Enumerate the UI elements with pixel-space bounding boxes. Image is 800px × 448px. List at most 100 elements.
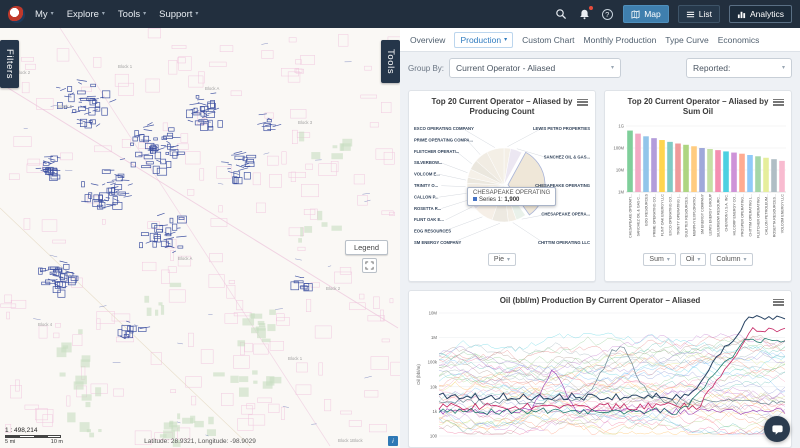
svg-text:FLETCHER OPERATI...: FLETCHER OPERATI...	[414, 149, 459, 154]
svg-text:SANCHEZ OIL & GAS...: SANCHEZ OIL & GAS...	[544, 155, 590, 160]
svg-text:PRIME OPERATING COMPA...: PRIME OPERATING COMPA...	[414, 138, 473, 143]
producing-count-chart-card: Top 20 Current Operator – Aliased by Pro…	[408, 90, 596, 282]
group-by-select[interactable]: Current Operator - Aliased ▾	[449, 58, 621, 78]
bell-icon[interactable]	[577, 7, 591, 21]
menu-support[interactable]: Support▾	[159, 9, 198, 20]
legend-button[interactable]: Legend	[345, 240, 388, 255]
chart-menu-icon[interactable]	[773, 297, 784, 307]
svg-text:10M: 10M	[616, 168, 625, 173]
chevron-down-icon: ▾	[143, 11, 146, 17]
svg-text:1k: 1k	[432, 408, 437, 413]
chevron-down-icon: ▾	[51, 11, 54, 17]
svg-text:CHESAPEAKE OPERATI...: CHESAPEAKE OPERATI...	[629, 194, 633, 238]
filters-tab[interactable]: Filters	[0, 40, 19, 88]
chat-icon	[771, 423, 784, 436]
bar-chart[interactable]: 1G100M10M1MCHESAPEAKE OPERATI...SANCHEZ …	[609, 118, 787, 252]
chart-title: Top 20 Current Operator – Aliased by Sum…	[607, 97, 789, 116]
svg-text:ROSETTA R...: ROSETTA R...	[414, 206, 441, 211]
svg-text:SILVERBOW RESOURC...: SILVERBOW RESOURC...	[717, 194, 721, 237]
list-view-button[interactable]: List	[678, 5, 720, 23]
chevron-down-icon: ▾	[697, 257, 700, 263]
search-icon[interactable]	[554, 7, 568, 21]
chart-title: Top 20 Current Operator – Aliased by Pro…	[411, 97, 593, 116]
svg-text:HILCORP ENERGY CO...: HILCORP ENERGY CO...	[733, 194, 737, 235]
main-menu: My▾ Explore▾ Tools▾ Support▾	[35, 9, 198, 20]
menu-tools[interactable]: Tools▾	[118, 9, 146, 20]
line-chart[interactable]: 10M1M100k10k1k100Oil (bbl/m)	[413, 308, 789, 440]
sum-oil-chart-card: Top 20 Current Operator – Aliased by Sum…	[604, 90, 792, 282]
zoom-extent-button[interactable]	[362, 258, 377, 273]
measure-value: Oil	[686, 256, 695, 263]
svg-text:SM ENERGY COMPANY: SM ENERGY COMPANY	[701, 194, 705, 235]
svg-text:Block A: Block A	[205, 86, 219, 91]
tab-monthly-production[interactable]: Monthly Production	[584, 35, 657, 45]
svg-text:Oil (bbl/m): Oil (bbl/m)	[416, 363, 421, 384]
chart-cards: Top 20 Current Operator – Aliased by Pro…	[400, 84, 800, 448]
map-icon	[631, 10, 640, 19]
svg-text:CHESAPEAKE OPERA...: CHESAPEAKE OPERA...	[541, 212, 590, 217]
chart-title: Oil (bbl/m) Production By Current Operat…	[413, 296, 787, 306]
analytics-view-button[interactable]: Analytics	[729, 5, 792, 23]
app-logo[interactable]	[8, 6, 25, 23]
svg-text:1G: 1G	[618, 124, 624, 129]
tab-overview[interactable]: Overview	[410, 35, 445, 45]
svg-text:EXCO OPERATING COMPANY: EXCO OPERATING COMPANY	[414, 126, 474, 131]
svg-text:EXCO OPERATING CO...: EXCO OPERATING CO...	[669, 194, 673, 235]
svg-text:10k: 10k	[430, 384, 438, 389]
svg-text:CALLON P...: CALLON P...	[414, 195, 438, 200]
help-icon[interactable]: ?	[600, 7, 614, 21]
menu-explore[interactable]: Explore▾	[67, 9, 105, 20]
chart-type-select[interactable]: Pie▾	[488, 253, 516, 266]
map-canvas[interactable]: Block 2Block 1Block 5Block ABlock 3Block…	[0, 28, 400, 448]
chevron-down-icon: ▾	[504, 37, 507, 43]
menu-my[interactable]: My▾	[35, 9, 54, 20]
tooltip-value: 1,900	[504, 197, 519, 203]
analytics-tabs: Overview Production▾ Custom Chart Monthl…	[400, 28, 800, 52]
svg-text:TRINITY O...: TRINITY O...	[414, 183, 438, 188]
list-view-label: List	[699, 9, 712, 19]
tools-tab[interactable]: Tools	[381, 40, 400, 83]
pie-chart[interactable]: EXCO OPERATING COMPANY PRIME OPERATING CO…	[413, 118, 591, 252]
scale-label-m: 10 m	[51, 439, 63, 445]
chat-bubble-button[interactable]	[764, 416, 790, 442]
svg-text:PROSPER OPERATING...: PROSPER OPERATING...	[741, 194, 745, 236]
svg-text:EOG RESOURCES: EOG RESOURCES	[414, 229, 451, 234]
chart-style-value: Column	[716, 256, 740, 263]
aggregate-select[interactable]: Sum▾	[643, 253, 675, 266]
map-info-button[interactable]: i	[388, 436, 398, 446]
map-coordinates: Latitude: 28.9321, Longitude: -98.9029	[144, 438, 256, 445]
svg-text:100M: 100M	[614, 146, 625, 151]
svg-text:ROSETTA RESOURCES...: ROSETTA RESOURCES...	[773, 194, 777, 237]
analytics-panel: Overview Production▾ Custom Chart Monthl…	[400, 28, 800, 448]
svg-text:1M: 1M	[618, 190, 624, 195]
map-view-button[interactable]: Map	[623, 5, 669, 23]
svg-text:Block 1: Block 1	[288, 356, 303, 361]
map-panel: Block 2Block 1Block 5Block ABlock 3Block…	[0, 28, 400, 448]
svg-text:LEWIS ENERGY GROUP: LEWIS ENERGY GROUP	[709, 194, 713, 236]
tooltip-series-label: Series 1:	[479, 197, 503, 203]
svg-text:GULFTEX RESOURCES...: GULFTEX RESOURCES...	[685, 194, 689, 237]
svg-text:FLETCHER OPERATING...: FLETCHER OPERATING...	[757, 194, 761, 238]
svg-text:100: 100	[430, 433, 438, 438]
tab-production[interactable]: Production▾	[454, 32, 513, 48]
chart-menu-icon[interactable]	[577, 97, 588, 107]
tab-custom-chart[interactable]: Custom Chart	[522, 35, 574, 45]
svg-text:CHITTIM OPERATING L...: CHITTIM OPERATING L...	[749, 194, 753, 236]
svg-text:VOLCOM E...: VOLCOM E...	[414, 172, 440, 177]
chevron-down-icon: ▾	[744, 257, 747, 263]
chart-tooltip: CHESAPEAKE OPERATING Series 1: 1,900	[467, 187, 556, 206]
chart-menu-icon[interactable]	[773, 97, 784, 107]
measure-select[interactable]: Oil▾	[680, 253, 707, 266]
chart-style-select[interactable]: Column ▾	[710, 253, 752, 266]
reported-select[interactable]: Reported: ▾	[686, 58, 792, 78]
svg-text:MURPHY EXPLORATIO...: MURPHY EXPLORATIO...	[693, 194, 697, 236]
chevron-down-icon: ▾	[507, 257, 510, 263]
tooltip-series-name: CHESAPEAKE OPERATING	[473, 190, 550, 196]
tab-type-curve[interactable]: Type Curve	[665, 35, 708, 45]
chevron-down-icon: ▾	[782, 65, 785, 71]
tab-production-label: Production	[460, 35, 501, 45]
svg-text:SM ENERGY COMPANY: SM ENERGY COMPANY	[414, 240, 462, 245]
svg-text:Block 1Block: Block 1Block	[338, 438, 363, 443]
list-icon	[686, 10, 695, 19]
tab-economics[interactable]: Economics	[718, 35, 760, 45]
